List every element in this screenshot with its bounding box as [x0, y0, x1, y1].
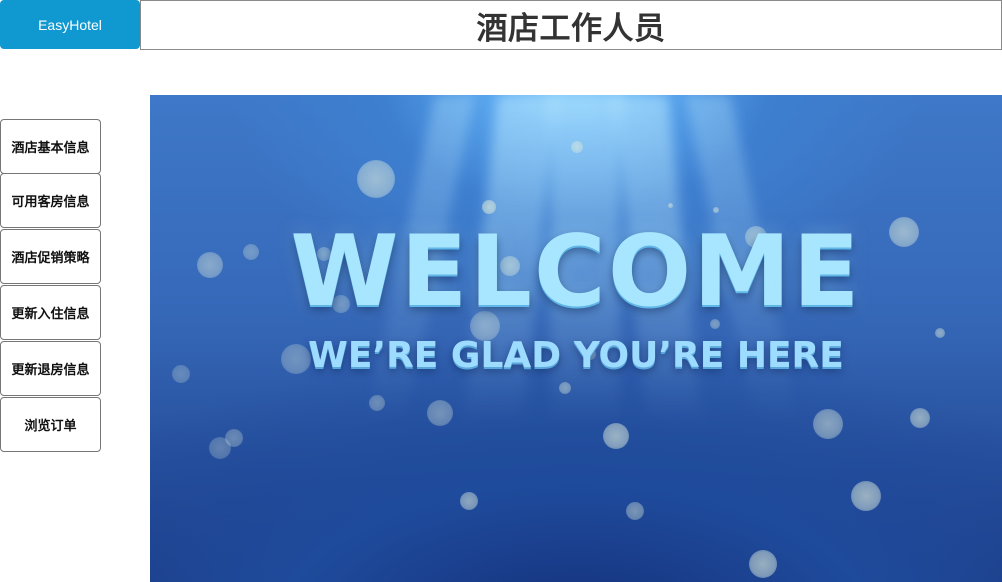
- bokeh-light: [910, 408, 930, 428]
- bokeh-light: [667, 202, 673, 208]
- logo-button[interactable]: EasyHotel: [0, 0, 140, 49]
- bokeh-light: [559, 382, 571, 394]
- sidebar-item-hotel-info[interactable]: 酒店基本信息: [0, 119, 101, 174]
- bokeh-light: [851, 481, 881, 511]
- sidebar-item-available-rooms[interactable]: 可用客房信息: [0, 173, 101, 228]
- welcome-headline: WELCOME: [290, 215, 862, 329]
- bokeh-light: [369, 395, 385, 411]
- bokeh-light: [626, 502, 644, 520]
- bokeh-light: [813, 409, 843, 439]
- sidebar-item-update-checkin[interactable]: 更新入住信息: [0, 285, 101, 340]
- bokeh-light: [460, 492, 478, 510]
- sidebar-item-browse-orders[interactable]: 浏览订单: [0, 397, 101, 452]
- welcome-banner-image: WELCOME WE’RE GLAD YOU’RE HERE: [150, 95, 1002, 582]
- bokeh-light: [357, 160, 395, 198]
- bokeh-light: [749, 550, 777, 578]
- bokeh-light: [603, 423, 629, 449]
- sidebar-item-promotions[interactable]: 酒店促销策略: [0, 229, 101, 284]
- bokeh-light: [713, 207, 719, 213]
- bokeh-light: [427, 400, 453, 426]
- welcome-subline: WE’RE GLAD YOU’RE HERE: [308, 335, 844, 376]
- page-title: 酒店工作人员: [476, 10, 666, 47]
- bokeh-light: [571, 141, 583, 153]
- sidebar-item-update-checkout[interactable]: 更新退房信息: [0, 341, 101, 396]
- page-header: 酒店工作人员: [140, 0, 1002, 50]
- bokeh-light: [482, 200, 496, 214]
- bokeh-light: [935, 328, 945, 338]
- bokeh-light: [209, 437, 231, 459]
